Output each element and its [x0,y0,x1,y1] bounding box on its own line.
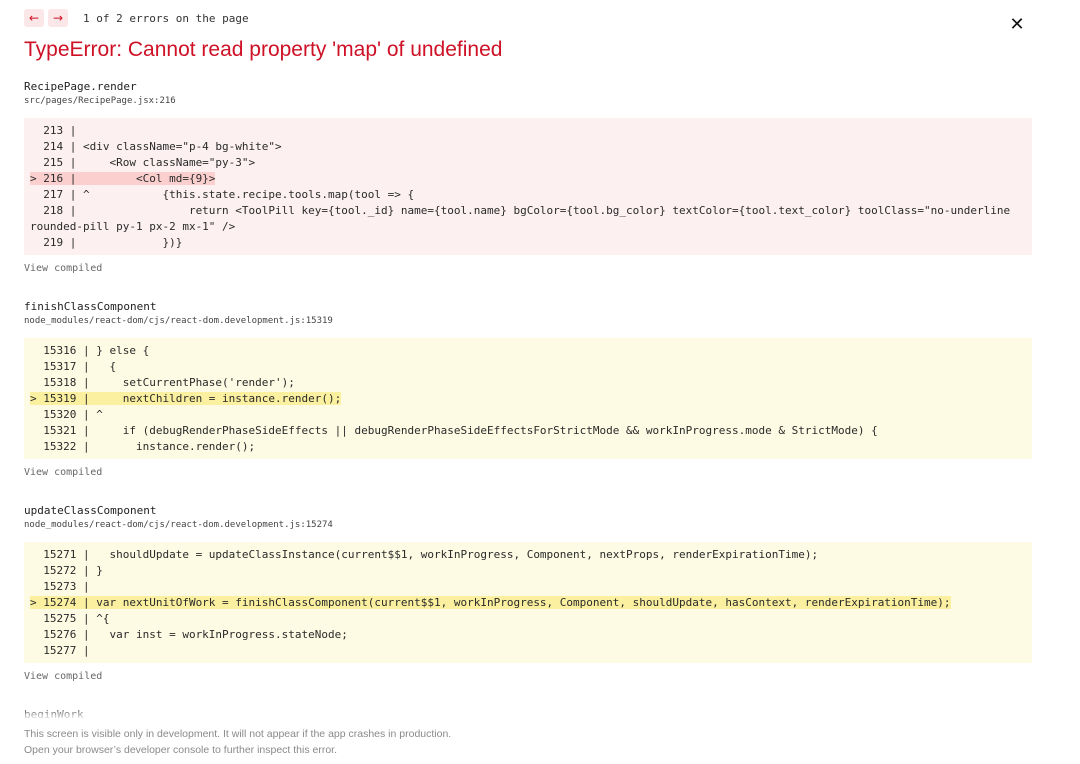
code-line-text: 15275 | ^{ [30,612,110,625]
code-line-highlighted: > 216 | <Col md={9}> [24,171,1032,187]
dev-notice-line-1: This screen is visible only in developme… [24,728,452,740]
code-line: 218 | return <ToolPill key={tool._id} na… [24,203,1032,219]
code-line: 213 | [24,123,1032,139]
code-line-text: 15272 | } [30,564,103,577]
code-line: 15275 | ^{ [24,611,1032,627]
frame-file-location: src/pages/RecipePage.jsx:216 [24,96,176,106]
code-line-text: 215 | <Row className="py-3"> [30,156,256,169]
arrow-left-icon[interactable]: ← [24,9,44,27]
code-line-text: > 15274 | var nextUnitOfWork = finishCla… [30,596,951,609]
code-line: 15320 | ^ [24,407,1032,423]
code-line-text: 15277 | [30,644,90,657]
code-line: rounded-pill py-1 px-2 mx-1" /> [24,219,1032,235]
code-line: 15316 | } else { [24,343,1032,359]
code-line: 15272 | } [24,563,1032,579]
code-line: 15276 | var inst = workInProgress.stateN… [24,627,1032,643]
view-compiled-link[interactable]: View compiled [24,467,1032,478]
frame-file-location: node_modules/react-dom/cjs/react-dom.dev… [24,316,333,326]
code-line-text: 217 | ^ {this.state.recipe.tools.map(too… [30,188,415,201]
code-snippet: 15271 | shouldUpdate = updateClassInstan… [24,542,1032,663]
view-compiled-link[interactable]: View compiled [24,263,1032,274]
code-line-highlighted: > 15274 | var nextUnitOfWork = finishCla… [24,595,1032,611]
code-line-text: 219 | })} [30,236,183,249]
code-line-text: 15321 | if (debugRenderPhaseSideEffects … [30,424,878,437]
error-count: 1 of 2 errors on the page [83,11,249,25]
code-snippet: 213 | 214 | <div className="p-4 bg-white… [24,118,1032,255]
code-line-text: 218 | return <ToolPill key={tool._id} na… [30,204,1011,217]
code-line-text: > 15319 | nextChildren = instance.render… [30,392,342,405]
code-line-text: 15318 | setCurrentPhase('render'); [30,376,295,389]
code-line-text: > 216 | <Col md={9}> [30,172,216,185]
code-line-text: 214 | <div className="p-4 bg-white"> [30,140,282,153]
code-line-text: 15316 | } else { [30,344,150,357]
code-line: 15271 | shouldUpdate = updateClassInstan… [24,547,1032,563]
code-line: 15277 | [24,643,1032,659]
code-line: 217 | ^ {this.state.recipe.tools.map(too… [24,187,1032,203]
stack-frame: finishClassComponent node_modules/react-d… [24,300,1032,478]
code-line-text: 15317 | { [30,360,117,373]
code-line: 214 | <div className="p-4 bg-white"> [24,139,1032,155]
code-line: 15318 | setCurrentPhase('render'); [24,375,1032,391]
code-line-text: 15273 | [30,580,90,593]
code-line-text: 15322 | instance.render(); [30,440,256,453]
code-line: 15273 | [24,579,1032,595]
code-line-text: 213 | [30,124,77,137]
stack-frame: RecipePage.render src/pages/RecipePage.js… [24,80,1032,274]
code-line-highlighted: > 15319 | nextChildren = instance.render… [24,391,1032,407]
close-icon[interactable]: ✕ [1006,13,1028,35]
stack-frame: updateClassComponent node_modules/react-d… [24,504,1032,682]
code-line-text: 15271 | shouldUpdate = updateClassInstan… [30,548,819,561]
code-line: 215 | <Row className="py-3"> [24,155,1032,171]
code-line-text: 15276 | var inst = workInProgress.stateN… [30,628,348,641]
view-compiled-link[interactable]: View compiled [24,671,1032,682]
frame-function-name: updateClassComponent [24,504,157,517]
arrow-right-icon[interactable]: → [48,9,68,27]
error-title: TypeError: Cannot read property 'map' of… [24,38,503,61]
frame-function-name: RecipePage.render [24,80,137,93]
stack-frames: RecipePage.render src/pages/RecipePage.js… [24,80,1032,718]
code-line-text: 15320 | ^ [30,408,103,421]
dev-notice: This screen is visible only in developme… [24,726,451,758]
code-line: 15322 | instance.render(); [24,439,1032,455]
frame-function-name: finishClassComponent [24,300,157,313]
error-navigation: ← → 1 of 2 errors on the page [24,9,249,27]
code-snippet: 15316 | } else { 15317 | { 15318 | setCu… [24,338,1032,459]
code-line-text: rounded-pill py-1 px-2 mx-1" /> [30,220,236,233]
code-line: 15321 | if (debugRenderPhaseSideEffects … [24,423,1032,439]
code-line: 15317 | { [24,359,1032,375]
dev-notice-line-2: Open your browser’s developer console to… [24,744,338,756]
frame-file-location: node_modules/react-dom/cjs/react-dom.dev… [24,520,333,530]
code-line: 219 | })} [24,235,1032,251]
scroll-fade [0,706,1080,720]
